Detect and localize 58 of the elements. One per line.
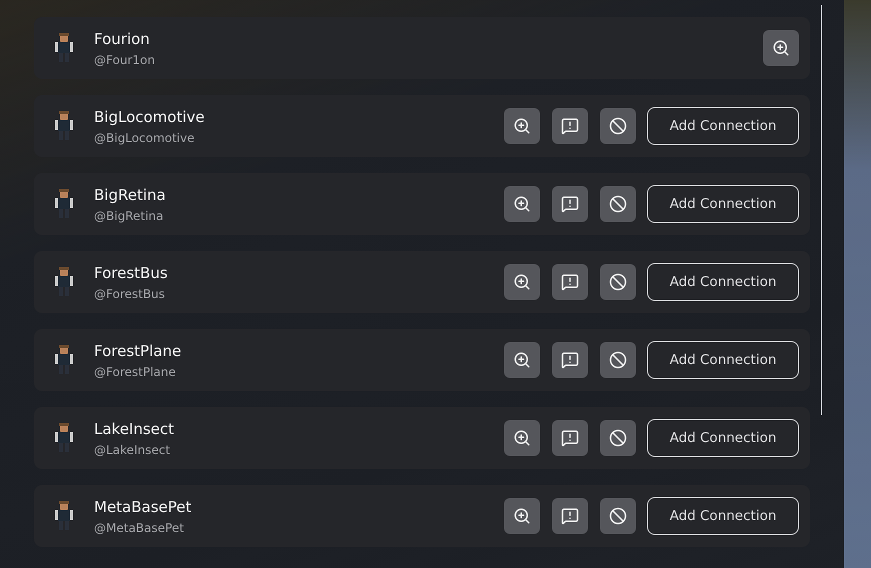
add-connection-button[interactable]: Add Connection — [647, 263, 799, 301]
zoom-in-icon — [513, 507, 531, 525]
add-connection-button[interactable]: Add Connection — [647, 185, 799, 223]
warning-message-icon — [561, 351, 579, 369]
block-button[interactable] — [600, 420, 636, 456]
block-icon — [609, 351, 627, 369]
player-name: MetaBasePet — [94, 498, 192, 516]
player-handle: @ForestPlane — [94, 364, 177, 378]
block-icon — [609, 429, 627, 447]
block-icon — [609, 273, 627, 291]
warning-message-icon — [561, 429, 579, 447]
block-button[interactable] — [600, 264, 636, 300]
report-button[interactable] — [552, 264, 588, 300]
player-handle: @MetaBasePet — [94, 520, 185, 534]
block-button[interactable] — [600, 342, 636, 378]
warning-message-icon — [561, 195, 579, 213]
zoom-in-icon — [772, 39, 790, 57]
block-icon — [609, 117, 627, 135]
add-connection-button[interactable]: Add Connection — [647, 497, 799, 535]
add-connection-button[interactable]: Add Connection — [647, 341, 799, 379]
report-button[interactable] — [552, 186, 588, 222]
player-name: LakeInsect — [94, 420, 176, 438]
player-name: BigLocomotive — [94, 108, 206, 126]
player-handle: @Four1on — [94, 52, 156, 66]
block-icon — [609, 507, 627, 525]
warning-message-icon — [561, 273, 579, 291]
zoom-in-icon — [513, 195, 531, 213]
report-button[interactable] — [552, 498, 588, 534]
player-name: BigRetina — [94, 186, 167, 204]
inspect-button[interactable] — [504, 420, 540, 456]
warning-message-icon — [561, 507, 579, 525]
player-name: ForestBus — [94, 264, 169, 282]
zoom-in-icon — [513, 351, 531, 369]
add-connection-button[interactable]: Add Connection — [647, 419, 799, 457]
block-icon — [609, 195, 627, 213]
report-button[interactable] — [552, 108, 588, 144]
inspect-button[interactable] — [504, 108, 540, 144]
block-button[interactable] — [600, 108, 636, 144]
player-handle: @LakeInsect — [94, 442, 172, 456]
inspect-button[interactable] — [504, 264, 540, 300]
add-connection-button[interactable]: Add Connection — [647, 107, 799, 145]
inspect-button[interactable] — [763, 30, 799, 66]
zoom-in-icon — [513, 117, 531, 135]
block-button[interactable] — [600, 498, 636, 534]
player-name: Fourion — [94, 30, 151, 48]
player-handle: @BigLocomotive — [94, 130, 196, 144]
player-handle: @ForestBus — [94, 286, 166, 300]
inspect-button[interactable] — [504, 342, 540, 378]
block-button[interactable] — [600, 186, 636, 222]
zoom-in-icon — [513, 273, 531, 291]
player-handle: @BigRetina — [94, 208, 164, 222]
player-name: ForestPlane — [94, 342, 182, 360]
report-button[interactable] — [552, 342, 588, 378]
report-button[interactable] — [552, 420, 588, 456]
warning-message-icon — [561, 117, 579, 135]
inspect-button[interactable] — [504, 498, 540, 534]
inspect-button[interactable] — [504, 186, 540, 222]
zoom-in-icon — [513, 429, 531, 447]
